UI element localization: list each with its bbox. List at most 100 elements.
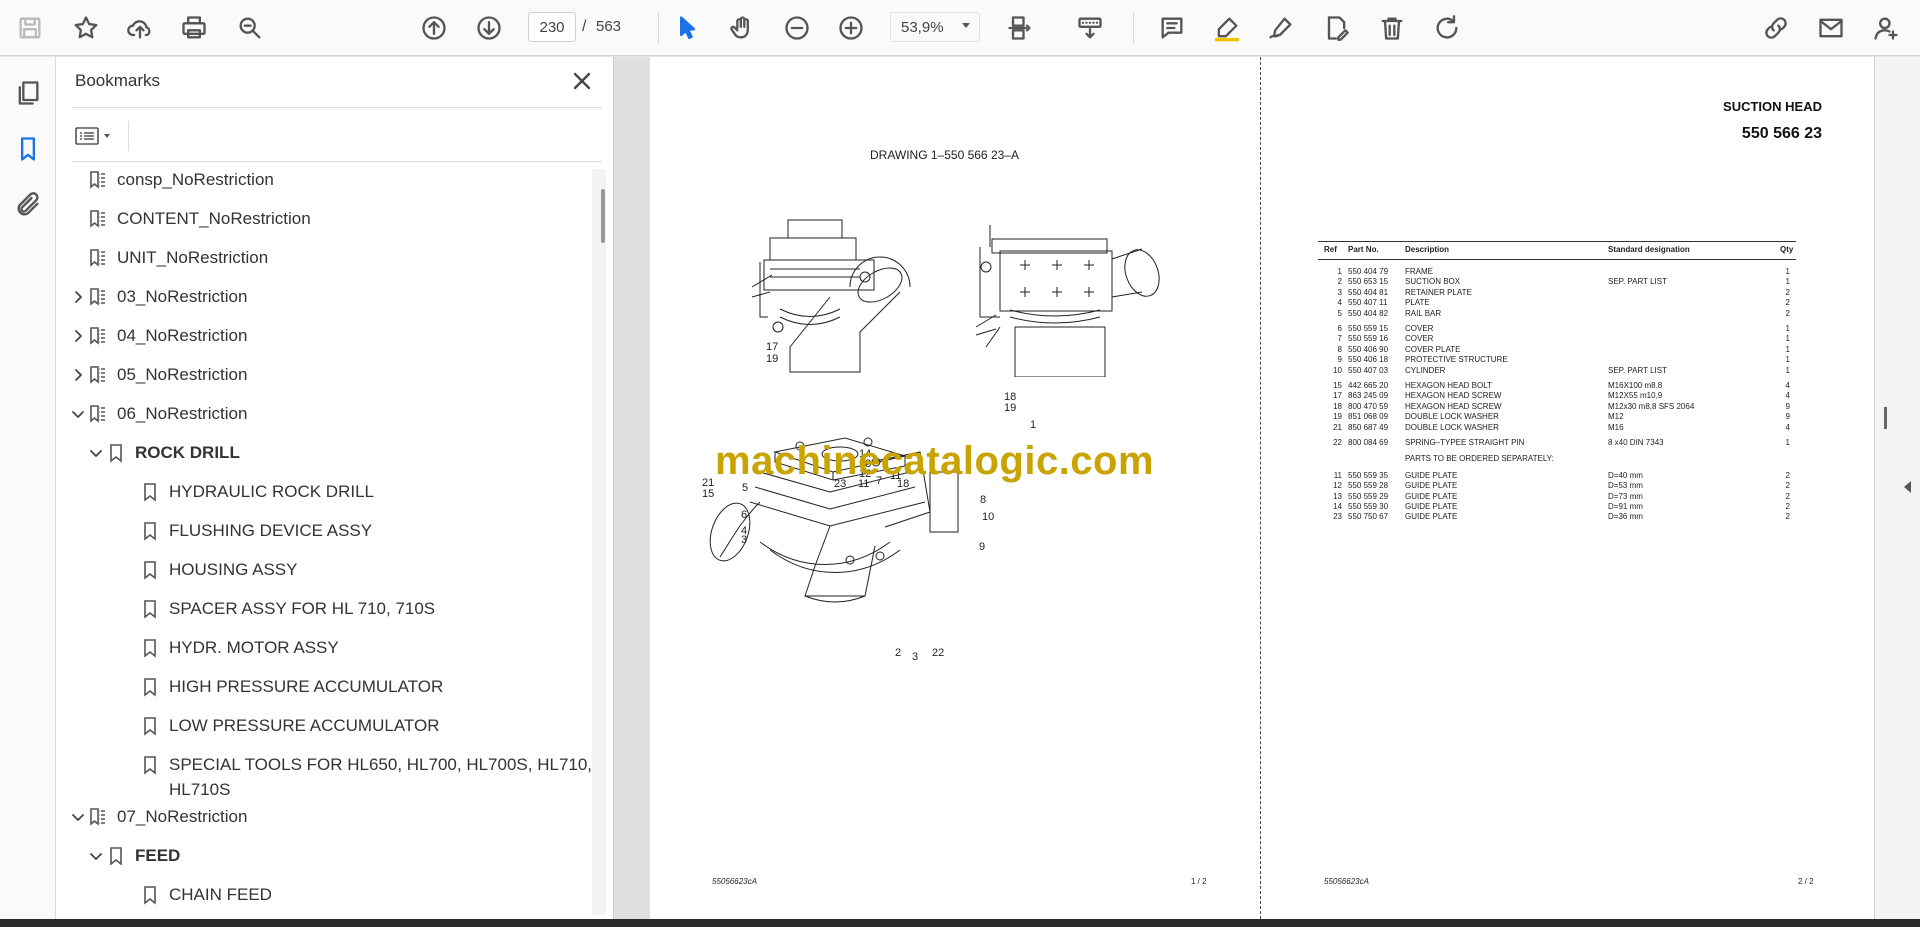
- cell-qty: 1: [1785, 267, 1790, 276]
- email-icon[interactable]: [1813, 10, 1849, 46]
- drawing-callout: 19: [766, 353, 779, 365]
- cell-ref: 10: [1333, 365, 1342, 375]
- bookmark-item[interactable]: FLUSHING DEVICE ASSY: [121, 518, 372, 543]
- bookmark-item[interactable]: SPACER ASSY FOR HL 710, 710S: [121, 596, 435, 621]
- cell-ref: 6: [1337, 324, 1342, 333]
- bookmark-item[interactable]: CONTENT_NoRestriction: [69, 206, 311, 231]
- bookmark-item[interactable]: HOUSING ASSY: [121, 557, 297, 582]
- cell-desc: COVER: [1405, 324, 1434, 333]
- star-icon[interactable]: [68, 10, 104, 46]
- table-rule: [1318, 241, 1796, 242]
- page-spread-divider: [1260, 57, 1261, 919]
- bookmark-item[interactable]: HYDR. MOTOR ASSY: [121, 635, 339, 660]
- attachments-icon[interactable]: [8, 185, 48, 225]
- cell-ref: 12: [1333, 481, 1342, 491]
- cell-desc: GUIDE PLATE: [1405, 502, 1458, 511]
- chevron-down-icon[interactable]: [87, 440, 105, 465]
- bookmark-label: HYDRAULIC ROCK DRILL: [169, 482, 374, 501]
- hand-tool-icon[interactable]: [724, 10, 760, 46]
- upload-cloud-icon[interactable]: [122, 10, 158, 46]
- print-icon[interactable]: [176, 10, 212, 46]
- bookmark-item[interactable]: FEED: [87, 843, 180, 868]
- cell-part: 550 559 28: [1348, 481, 1389, 491]
- chevron-down-icon[interactable]: [69, 401, 87, 426]
- bookmark-item[interactable]: LOW PRESSURE ACCUMULATOR: [121, 713, 439, 738]
- cell-desc: DOUBLE LOCK WASHER: [1405, 422, 1499, 432]
- chevron-down-icon[interactable]: [69, 804, 87, 829]
- cell-desc: SUCTION BOX: [1405, 277, 1461, 287]
- footer-page-number: 1 / 2: [1191, 877, 1207, 886]
- bookmark-item[interactable]: HIGH PRESSURE ACCUMULATOR: [121, 674, 443, 699]
- resize-handle[interactable]: [1884, 407, 1887, 429]
- cell-qty: 1: [1785, 334, 1790, 344]
- find-zoom-icon[interactable]: [232, 10, 268, 46]
- expand-right-panel-icon[interactable]: [1904, 481, 1911, 493]
- chevron-right-icon[interactable]: [69, 284, 87, 309]
- draw-icon[interactable]: [1263, 10, 1299, 46]
- document-page-left: DRAWING 1–550 566 23–A 17 19 18 19 1 14 …: [650, 57, 1262, 919]
- previous-page-icon[interactable]: [416, 10, 452, 46]
- comment-icon[interactable]: [1154, 10, 1190, 46]
- bookmark-item[interactable]: 03_NoRestriction: [69, 284, 247, 309]
- document-viewport[interactable]: DRAWING 1–550 566 23–A 17 19 18 19 1 14 …: [614, 57, 1920, 919]
- chevron-down-icon[interactable]: [87, 843, 105, 868]
- cell-part: 550 404 82: [1348, 308, 1389, 318]
- bookmark-item[interactable]: 04_NoRestriction: [69, 323, 247, 348]
- cell-std: M12x30 m8,8 SFS 2064: [1608, 401, 1695, 411]
- page-number-input[interactable]: [528, 12, 576, 42]
- cell-std: D=73 mm: [1608, 491, 1643, 501]
- cell-part: 800 084 69: [1348, 438, 1389, 447]
- drawing-view-front: [975, 225, 1160, 377]
- cell-qty: 4: [1785, 422, 1790, 432]
- bookmark-item[interactable]: 06_NoRestriction: [69, 401, 247, 426]
- tagged-bookmark-icon: [87, 206, 109, 231]
- close-icon[interactable]: [568, 67, 596, 95]
- share-link-icon[interactable]: [1758, 10, 1794, 46]
- delete-icon[interactable]: [1374, 10, 1410, 46]
- edit-text-icon[interactable]: [1318, 10, 1354, 46]
- cell-std: 8 x40 DIN 7343: [1608, 438, 1664, 447]
- zoom-out-icon[interactable]: [779, 10, 815, 46]
- highlight-pen-icon[interactable]: [1209, 10, 1245, 46]
- bookmark-item[interactable]: CHAIN FEED: [121, 882, 272, 907]
- rotate-icon[interactable]: [1429, 10, 1465, 46]
- bookmarks-icon[interactable]: [8, 129, 48, 169]
- bookmark-item[interactable]: consp_NoRestriction: [69, 167, 274, 192]
- zoom-in-icon[interactable]: [833, 10, 869, 46]
- page-fit-icon[interactable]: [1002, 10, 1038, 46]
- cell-ref: 18: [1333, 401, 1342, 411]
- select-cursor-icon[interactable]: [669, 10, 705, 46]
- col-header-standard: Standard designation: [1608, 245, 1690, 254]
- cell-qty: 2: [1785, 298, 1790, 308]
- table-row: 12 550 559 28 GUIDE PLATE D=53 mm 2: [1318, 481, 1796, 491]
- bookmark-item[interactable]: SPECIAL TOOLS FOR HL650, HL700, HL700S, …: [121, 752, 592, 802]
- bookmark-item[interactable]: 07_NoRestriction: [69, 804, 247, 829]
- cell-desc: SPRING–TYPEE STRAIGHT PIN: [1405, 438, 1525, 447]
- bookmark-icon: [139, 635, 161, 660]
- cell-desc: COVER: [1405, 334, 1434, 344]
- cell-ref: 7: [1337, 334, 1342, 344]
- next-page-icon[interactable]: [471, 10, 507, 46]
- cell-desc: PROTECTIVE STRUCTURE: [1405, 355, 1508, 365]
- bookmark-item[interactable]: ROCK DRILL: [87, 440, 240, 465]
- chevron-right-icon[interactable]: [69, 362, 87, 387]
- bookmarks-scrollbar[interactable]: [592, 169, 606, 915]
- cell-qty: 2: [1785, 491, 1790, 501]
- taskbar-edge: [0, 919, 1920, 927]
- bookmark-item[interactable]: HYDRAULIC ROCK DRILL: [121, 479, 374, 504]
- chevron-right-icon[interactable]: [69, 323, 87, 348]
- chevron-down-icon[interactable]: [962, 23, 970, 28]
- save-icon[interactable]: [12, 10, 48, 46]
- bookmark-item[interactable]: UNIT_NoRestriction: [69, 245, 268, 270]
- account-icon[interactable]: [1868, 10, 1904, 46]
- bookmarks-scrollbar-thumb[interactable]: [601, 189, 605, 243]
- bookmark-item[interactable]: 05_NoRestriction: [69, 362, 247, 387]
- page-thumbnails-icon[interactable]: [8, 73, 48, 113]
- cell-part: 550 559 30: [1348, 502, 1389, 511]
- cell-desc: PLATE: [1405, 298, 1430, 308]
- scroll-mode-icon[interactable]: [1072, 10, 1108, 46]
- bookmark-options-button[interactable]: [74, 121, 120, 151]
- watermark-text: machinecatalogic.com: [715, 439, 1155, 483]
- drawing-title: DRAWING 1–550 566 23–A: [870, 148, 1019, 162]
